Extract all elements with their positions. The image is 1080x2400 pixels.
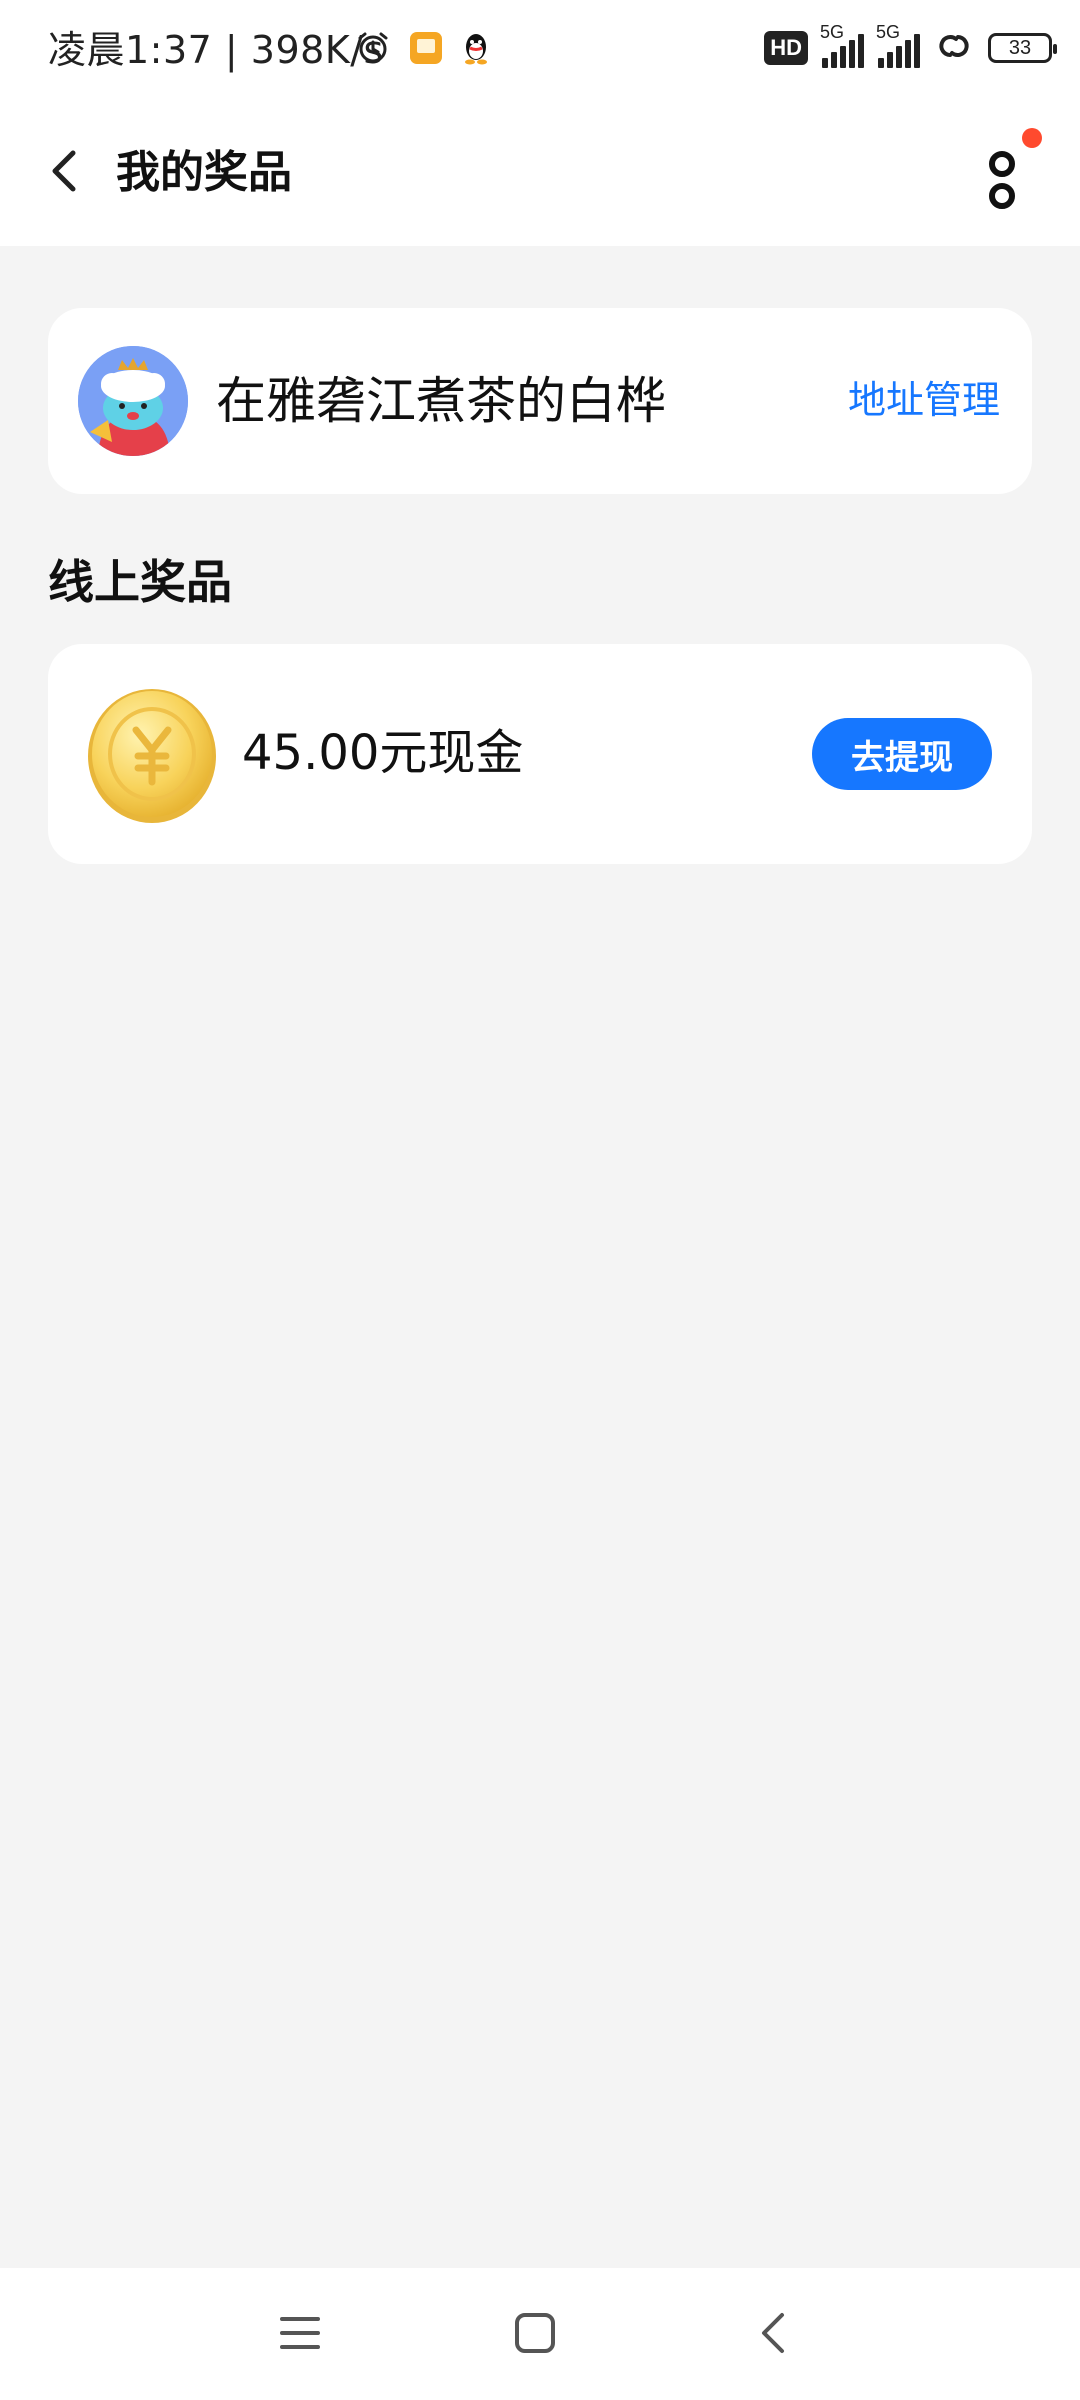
address-management-link[interactable]: 地址管理 [848, 372, 1000, 428]
notification-dot [1022, 128, 1042, 148]
user-card: 在雅砻江煮茶的白桦 地址管理 [48, 308, 1032, 494]
signal-icon: 5G [876, 22, 920, 68]
qq-icon [461, 31, 491, 69]
nav-back-button[interactable] [738, 2300, 808, 2370]
hd-icon: HD [764, 31, 808, 65]
more-button[interactable] [968, 128, 1048, 218]
user-name: 在雅砻江煮茶的白桦 [216, 372, 666, 430]
home-icon [513, 2311, 557, 2359]
status-time: 凌晨1:37 | 398K/s [48, 28, 384, 72]
withdraw-button[interactable]: 去提现 [812, 718, 992, 790]
system-nav-bar [0, 2268, 1080, 2400]
menu-icon [278, 2313, 322, 2357]
page-title: 我的奖品 [116, 147, 292, 198]
link-icon [934, 29, 974, 67]
status-bar: 凌晨1:37 | 398K/s HD 5G 5G 33 [0, 0, 1080, 100]
menu-button[interactable] [265, 2300, 335, 2370]
more-vertical-icon [982, 148, 1022, 218]
back-icon [756, 2309, 790, 2361]
gold-coin-icon [86, 686, 218, 824]
section-title-online-prizes: 线上奖品 [48, 555, 232, 609]
back-button[interactable] [30, 138, 100, 208]
notes-app-icon [409, 31, 443, 69]
alarm-icon [355, 30, 391, 70]
status-system-icons: HD 5G 5G 33 [764, 22, 1057, 68]
status-notification-icons [355, 30, 491, 70]
battery-icon: 33 [988, 33, 1057, 63]
prize-card: 45.00元现金 去提现 [48, 644, 1032, 864]
avatar[interactable] [78, 346, 188, 456]
signal-icon: 5G [820, 22, 864, 68]
chevron-left-icon [47, 147, 83, 199]
app-header: 我的奖品 [0, 100, 1080, 246]
home-button[interactable] [500, 2300, 570, 2370]
prize-label: 45.00元现金 [242, 725, 524, 781]
